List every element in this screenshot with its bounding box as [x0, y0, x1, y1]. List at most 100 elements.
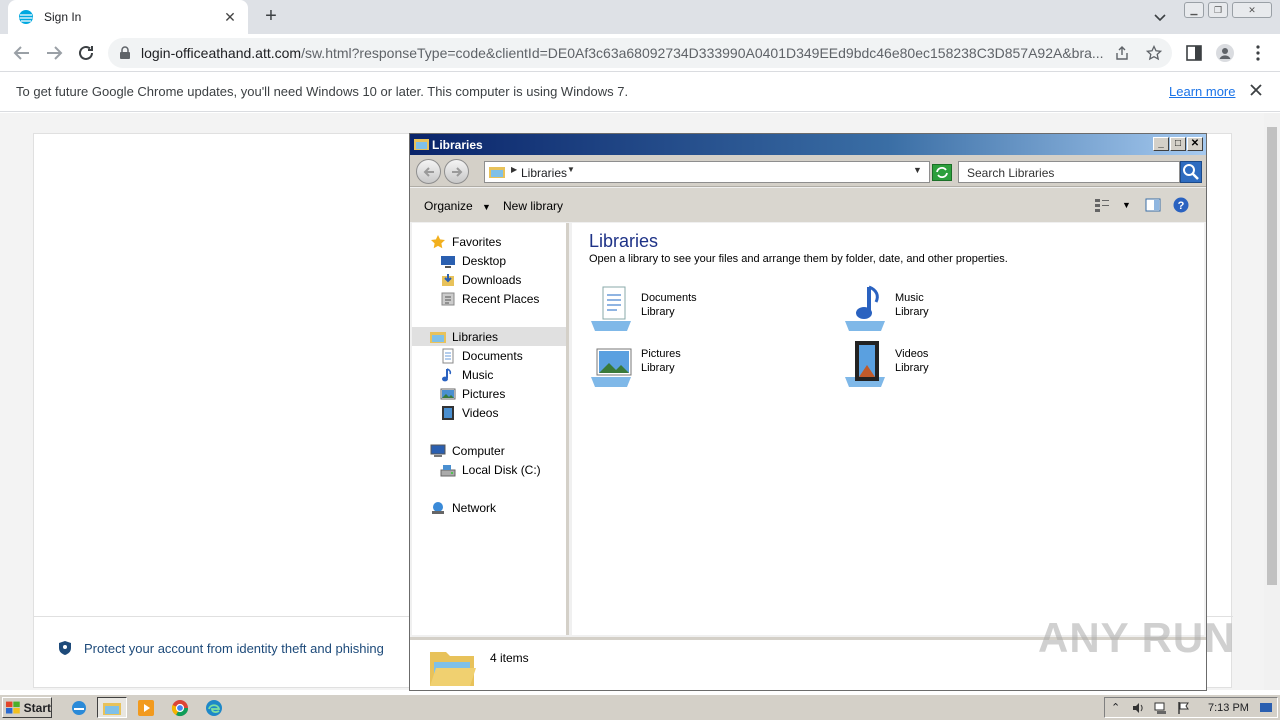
system-tray: ⌃ 7:13 PM [1104, 697, 1278, 718]
minimize-button[interactable]: ▁ [1184, 2, 1204, 18]
nav-videos[interactable]: Videos [412, 403, 566, 422]
network-tray-icon[interactable] [1154, 701, 1168, 715]
music-library-icon [845, 285, 885, 331]
address-breadcrumb[interactable]: Libraries [521, 166, 567, 180]
library-pictures-name: Pictures [641, 348, 681, 360]
chevron-down-icon[interactable] [1152, 9, 1168, 25]
forward-arrow-icon [452, 167, 463, 177]
library-documents-name: Documents [641, 292, 697, 304]
search-button[interactable] [1180, 161, 1202, 183]
tab-strip: Sign In ✕ + ▁ ❐ ✕ [0, 0, 1280, 34]
breadcrumb-arrow-icon[interactable]: ▼ [567, 165, 575, 174]
explorer-back-button[interactable] [416, 159, 441, 184]
nav-local-disk[interactable]: Local Disk (C:) [412, 460, 566, 479]
preview-pane-icon[interactable] [1145, 197, 1161, 213]
taskbar-internet-explorer[interactable] [64, 697, 94, 718]
url-host: login-officeathand.att.com [141, 45, 302, 61]
breadcrumb-arrow-icon[interactable]: ▶ [511, 165, 517, 174]
reload-icon[interactable] [74, 41, 98, 65]
nav-favorites-label: Favorites [452, 234, 502, 249]
close-window-button[interactable]: ✕ [1232, 2, 1272, 18]
page-scrollbar[interactable] [1264, 113, 1280, 690]
nav-computer[interactable]: Computer [412, 441, 566, 460]
show-hidden-icons[interactable]: ⌃ [1111, 701, 1125, 715]
start-button[interactable]: Start [2, 697, 52, 718]
menu-kebab-icon[interactable] [1248, 43, 1268, 63]
library-music-name: Music [895, 292, 924, 304]
clock[interactable]: 7:13 PM [1208, 702, 1249, 714]
side-panel-icon[interactable] [1184, 43, 1204, 63]
volume-icon[interactable] [1131, 701, 1145, 715]
learn-more-link[interactable]: Learn more [1169, 84, 1235, 99]
nav-pictures-label: Pictures [462, 386, 506, 401]
restore-button[interactable]: ❐ [1208, 2, 1228, 18]
new-tab-button[interactable]: + [260, 5, 282, 27]
nav-documents[interactable]: Documents [412, 346, 566, 365]
refresh-icon [936, 167, 948, 178]
item-count: 4 items [490, 651, 529, 665]
library-videos[interactable]: Videos Library [843, 339, 929, 389]
nav-downloads[interactable]: Downloads [412, 270, 566, 289]
view-dropdown-icon[interactable]: ▼ [1122, 200, 1131, 210]
refresh-button[interactable] [932, 164, 952, 181]
explorer-window: Libraries _ □ ✕ ▶ Libraries ▼ ▼ Search L… [409, 133, 1207, 691]
taskbar-edge[interactable] [199, 697, 229, 718]
action-center-flag-icon[interactable] [1177, 701, 1191, 715]
scrollbar-thumb[interactable] [1267, 127, 1277, 585]
nav-desktop[interactable]: Desktop [412, 251, 566, 270]
search-input[interactable]: Search Libraries [958, 161, 1180, 183]
share-icon[interactable] [1114, 45, 1130, 61]
nav-network-label: Network [452, 500, 497, 515]
forward-arrow-icon[interactable] [42, 41, 66, 65]
edge-icon [206, 699, 222, 716]
url-path: /sw.html?responseType=code&clientId=DE0A… [301, 45, 1104, 61]
nav-libraries[interactable]: Libraries [412, 327, 566, 346]
nav-recent-places[interactable]: Recent Places [412, 289, 566, 308]
explorer-forward-button[interactable] [444, 159, 469, 184]
nav-desktop-label: Desktop [462, 253, 507, 268]
explorer-address-row: ▶ Libraries ▼ ▼ Search Libraries [410, 155, 1206, 187]
update-infobar: To get future Google Chrome updates, you… [0, 72, 1280, 112]
browser-tab[interactable]: Sign In ✕ [8, 0, 248, 34]
library-documents[interactable]: Documents Library [589, 283, 697, 333]
profile-avatar-icon[interactable] [1215, 43, 1235, 63]
windows-logo-icon [6, 701, 20, 713]
explorer-minimize-button[interactable]: _ [1153, 137, 1169, 151]
explorer-address-bar[interactable]: ▶ Libraries ▼ ▼ [484, 161, 930, 183]
nav-favorites[interactable]: Favorites [412, 232, 566, 251]
bookmark-star-icon[interactable] [1146, 45, 1162, 61]
libraries-folder-icon [430, 331, 446, 343]
nav-network[interactable]: Network [412, 498, 566, 517]
library-music-kind: Library [895, 306, 929, 318]
nav-libraries-label: Libraries [452, 329, 499, 344]
explorer-titlebar[interactable]: Libraries _ □ ✕ [410, 134, 1206, 155]
help-icon[interactable]: ? [1173, 197, 1189, 213]
explorer-close-button[interactable]: ✕ [1187, 137, 1203, 151]
library-pictures[interactable]: Pictures Library [589, 339, 681, 389]
taskbar-explorer[interactable] [97, 697, 127, 718]
nav-music[interactable]: Music [412, 365, 566, 384]
view-options-icon[interactable] [1094, 197, 1110, 213]
nav-recent-places-label: Recent Places [462, 291, 540, 306]
close-icon[interactable] [1248, 82, 1264, 98]
taskbar-chrome[interactable] [165, 697, 195, 718]
new-library-button[interactable]: New library [503, 199, 563, 213]
close-tab-icon[interactable]: ✕ [222, 9, 238, 26]
protect-account-notice[interactable]: Protect your account from identity theft… [58, 640, 384, 656]
back-arrow-icon[interactable] [10, 41, 34, 65]
search-icon [1183, 164, 1199, 180]
protect-account-text: Protect your account from identity theft… [84, 640, 384, 656]
show-desktop-icon[interactable] [1259, 701, 1273, 715]
taskbar-media-player[interactable] [131, 697, 161, 718]
organize-button[interactable]: Organize ▼ [424, 199, 491, 213]
infobar-message: To get future Google Chrome updates, you… [16, 84, 629, 99]
explorer-maximize-button[interactable]: □ [1170, 137, 1186, 151]
explorer-title: Libraries [432, 138, 483, 152]
address-bar[interactable]: login-officeathand.att.com/sw.html?respo… [108, 38, 1172, 68]
nav-pictures[interactable]: Pictures [412, 384, 566, 403]
search-placeholder: Search Libraries [967, 166, 1055, 180]
address-dropdown-icon[interactable]: ▼ [913, 165, 922, 175]
chrome-icon [171, 699, 189, 716]
library-music[interactable]: Music Library [843, 283, 929, 333]
lock-icon[interactable] [118, 46, 132, 60]
